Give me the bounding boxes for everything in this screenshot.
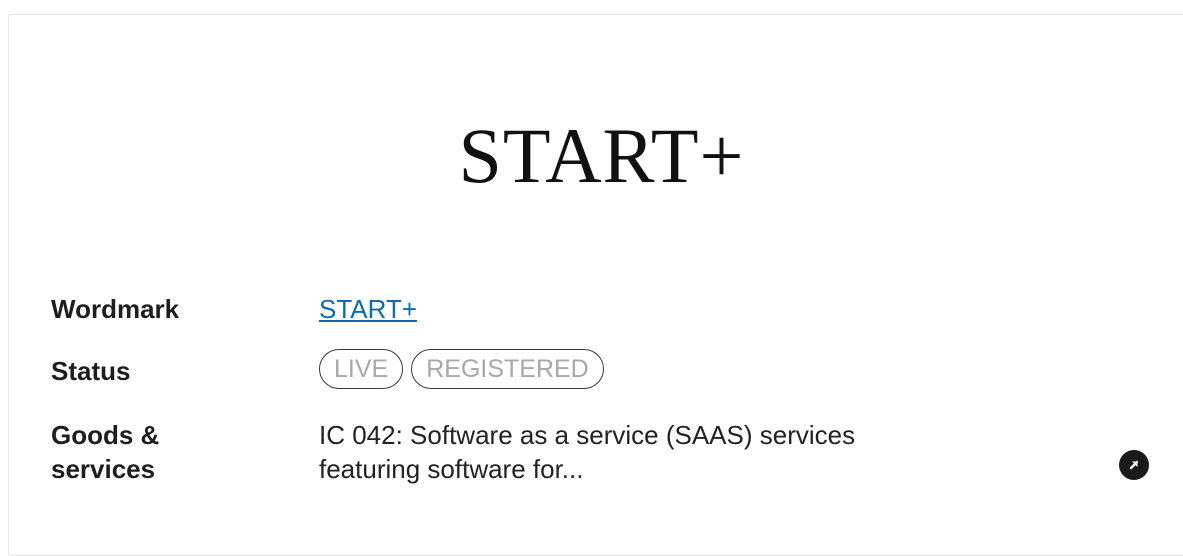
goods-services-value: IC 042: Software as a service (SAAS) ser… [319,418,855,486]
logo-text: START+ [458,112,745,199]
goods-services-value-line2: featuring software for... [319,454,584,484]
status-badges: LIVE REGISTERED [319,349,612,389]
arrow-up-right-icon [1129,460,1139,470]
open-details-button[interactable] [1119,450,1149,480]
wordmark-link[interactable]: START+ [319,294,417,324]
trademark-card: START+ Wordmark START+ Status LIVE REGIST… [8,14,1183,556]
status-badge-live: LIVE [319,349,404,389]
trademark-logo: START+ [9,15,1183,265]
goods-services-label: Goods & services [51,418,159,486]
wordmark-value: START+ [319,292,417,326]
goods-services-label-line2: services [51,454,156,484]
status-badge-registered: REGISTERED [411,349,604,389]
wordmark-label: Wordmark [51,294,180,324]
goods-services-value-line1: IC 042: Software as a service (SAAS) ser… [319,420,856,450]
goods-services-label-line1: Goods & [51,420,160,450]
status-label: Status [51,356,131,386]
